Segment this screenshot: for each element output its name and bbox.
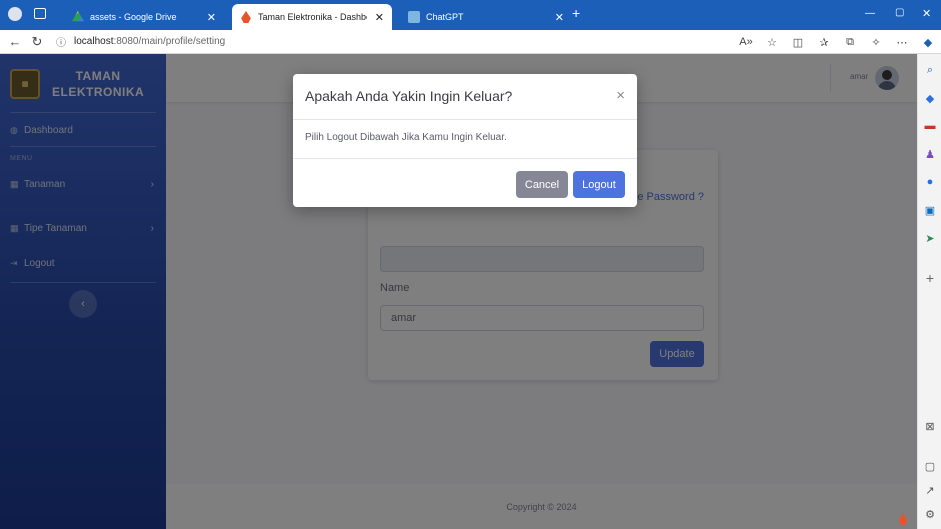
tab-label: ChatGPT bbox=[426, 12, 464, 22]
open-external-icon[interactable]: ↗ bbox=[922, 482, 938, 498]
info-icon[interactable]: ⓘ bbox=[56, 34, 66, 49]
tab-label: Taman Elektronika - Dashboard bbox=[258, 12, 367, 22]
shopping-icon[interactable]: ◆ bbox=[922, 90, 938, 106]
refresh-icon[interactable]: ↻ bbox=[26, 34, 48, 50]
collections-icon[interactable]: ⧉ bbox=[837, 36, 863, 49]
extensions-icon[interactable]: ✧ bbox=[863, 36, 889, 49]
tab-google-drive[interactable]: assets - Google Drive ✕ bbox=[64, 4, 224, 30]
modal-header: Apakah Anda Yakin Ingin Keluar? × bbox=[293, 74, 637, 120]
tab-label: assets - Google Drive bbox=[90, 12, 177, 22]
close-icon[interactable]: × bbox=[616, 87, 625, 104]
search-icon[interactable]: ⌕ bbox=[922, 62, 938, 78]
send-icon[interactable]: ➤ bbox=[922, 230, 938, 246]
read-aloud-icon[interactable]: A» bbox=[733, 36, 759, 48]
split-screen-icon[interactable]: ◫ bbox=[785, 36, 811, 49]
address-bar: ← ↻ ⓘ localhost :8080/main/profile/setti… bbox=[0, 30, 941, 54]
tab-taman-elektronika[interactable]: Taman Elektronika - Dashboard ✕ bbox=[232, 4, 392, 30]
settings-gear-icon[interactable]: ⚙ bbox=[922, 506, 938, 522]
back-arrow-icon[interactable]: ← bbox=[4, 34, 26, 49]
url-path: :8080/main/profile/setting bbox=[113, 36, 226, 47]
more-icon[interactable]: ⋯ bbox=[889, 36, 915, 49]
modal-body: Pilih Logout Dibawah Jika Kamu Ingin Kel… bbox=[305, 132, 507, 143]
window-close-icon[interactable]: ✕ bbox=[922, 7, 931, 20]
new-tab-button[interactable]: + bbox=[572, 5, 580, 21]
browser-tabbar: assets - Google Drive ✕ Taman Elektronik… bbox=[0, 0, 941, 30]
cancel-button[interactable]: Cancel bbox=[516, 171, 568, 198]
chatgpt-icon bbox=[408, 11, 420, 23]
add-icon[interactable]: + bbox=[922, 270, 938, 286]
restore-icon[interactable]: ▢ bbox=[895, 7, 904, 18]
browser-toolbar: A» ☆ ◫ ✰ ⧉ ✧ ⋯ ◆ bbox=[733, 30, 941, 54]
screenshot-icon[interactable]: ⊠ bbox=[922, 418, 938, 434]
favorite-star-icon[interactable]: ☆ bbox=[759, 36, 785, 49]
sidebar-layout-icon[interactable]: ▢ bbox=[922, 458, 938, 474]
tab-actions-icon[interactable] bbox=[34, 8, 46, 19]
logout-button[interactable]: Logout bbox=[573, 171, 625, 198]
modal-title: Apakah Anda Yakin Ingin Keluar? bbox=[305, 88, 513, 104]
profile-icon[interactable] bbox=[8, 7, 22, 21]
logout-modal: Apakah Anda Yakin Ingin Keluar? × Pilih … bbox=[293, 74, 637, 207]
close-tab-icon[interactable]: ✕ bbox=[367, 11, 392, 24]
tab-chatgpt[interactable]: ChatGPT ✕ bbox=[400, 4, 568, 30]
outlook-icon[interactable]: ▣ bbox=[922, 202, 938, 218]
games-icon[interactable]: ♟ bbox=[922, 146, 938, 162]
favorites-icon[interactable]: ✰ bbox=[811, 36, 837, 49]
office-icon[interactable]: ● bbox=[922, 174, 938, 190]
tools-icon[interactable]: ▬ bbox=[922, 118, 938, 134]
minimize-icon[interactable]: — bbox=[865, 8, 875, 19]
url-host: localhost bbox=[74, 36, 114, 47]
copilot-icon[interactable]: ◆ bbox=[915, 36, 941, 49]
browser-edge-sidebar: ⌕ ◆ ▬ ♟ ● ▣ ➤ + ⊠ ▢ ↗ ⚙ bbox=[917, 54, 941, 529]
close-tab-icon[interactable]: ✕ bbox=[551, 11, 568, 24]
modal-footer: Cancel Logout bbox=[293, 158, 637, 207]
url-field[interactable]: ⓘ localhost :8080/main/profile/setting bbox=[56, 34, 225, 49]
close-tab-icon[interactable]: ✕ bbox=[199, 11, 224, 24]
flame-icon bbox=[241, 11, 251, 23]
google-drive-icon bbox=[72, 11, 84, 22]
